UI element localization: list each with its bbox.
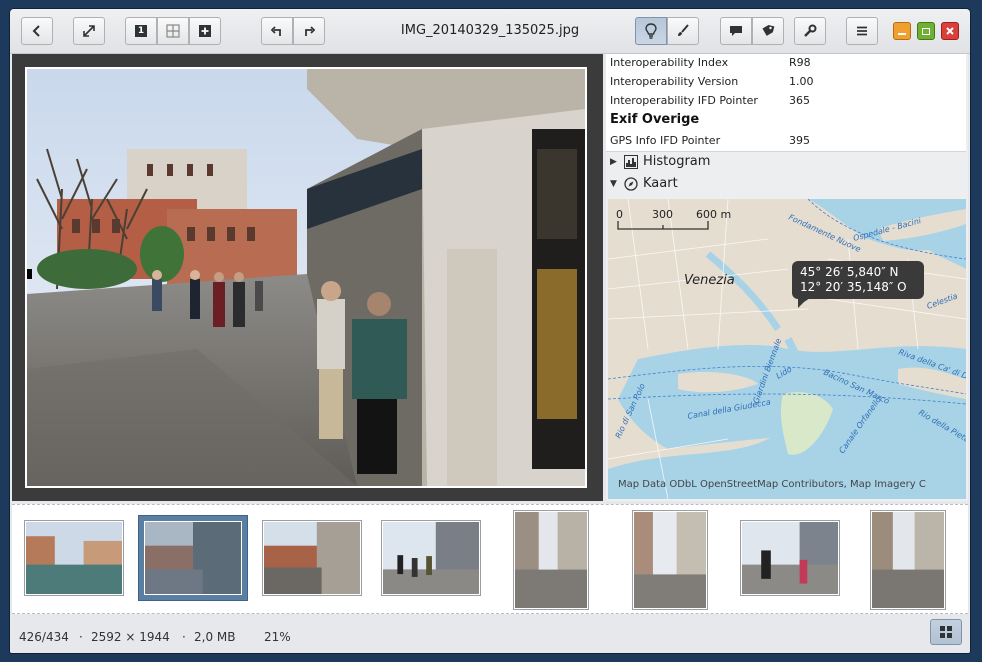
separator: · [182, 630, 186, 644]
view-add-button[interactable] [189, 17, 221, 45]
app-window: 1 IMG_20140329_135025.jpg Interoperabili… [10, 9, 970, 653]
status-bar: 426/434 · 2592 × 1944 · 2,0 MB 21% [10, 617, 970, 653]
map-attribution: Map Data ODbL OpenStreetMap Contributors… [618, 479, 926, 490]
map-view[interactable]: Ospedale - Bacini Fondamente Nuove Riva … [608, 199, 966, 499]
view-single-icon: 1 [135, 25, 147, 37]
histogram-expander[interactable]: ▶ Histogram [606, 153, 968, 173]
view-single-button[interactable]: 1 [125, 17, 157, 45]
latitude-text: 45° 26′ 5,840″ N [800, 265, 899, 279]
back-button[interactable] [21, 17, 53, 45]
tools-button[interactable] [794, 17, 826, 45]
menu-button[interactable] [846, 17, 878, 45]
property-key: Interoperability Index [610, 56, 729, 69]
separator: · [79, 630, 83, 644]
rotate-right-button[interactable] [293, 17, 325, 45]
expand-right-icon: ▶ [610, 157, 617, 167]
toolbar: 1 IMG_20140329_135025.jpg [10, 9, 970, 54]
file-size: 2,0 MB [194, 630, 236, 644]
maximize-button[interactable] [917, 22, 935, 40]
tag-button[interactable] [752, 17, 784, 45]
rotate-left-button[interactable] [261, 17, 293, 45]
main-photo [25, 67, 587, 488]
thumbnail[interactable] [262, 520, 362, 596]
tag-icon [762, 24, 775, 36]
plus-icon [199, 25, 211, 37]
property-value: 1.00 [789, 75, 814, 88]
longitude-text: 12° 20′ 35,148″ O [800, 280, 907, 294]
expand-icon [83, 25, 95, 37]
thumbnail[interactable] [513, 510, 589, 610]
rotate-right-icon [305, 26, 316, 36]
image-dimensions: 2592 × 1944 [91, 630, 170, 644]
map-city-label: Venezia [684, 273, 735, 288]
property-key: Interoperability IFD Pointer [610, 94, 758, 107]
map-expander[interactable]: ▼ Kaart [606, 175, 968, 195]
brush-icon [678, 24, 689, 36]
thumbnail[interactable] [632, 510, 708, 610]
wrench-icon [804, 24, 817, 37]
close-button[interactable] [941, 22, 959, 40]
view-grid-button[interactable] [157, 17, 189, 45]
histogram-label: Histogram [643, 154, 711, 169]
comment-icon [730, 26, 742, 36]
rotate-left-icon [270, 26, 281, 36]
map-scale-label-0: 0 [616, 208, 623, 221]
property-value: 365 [789, 94, 810, 107]
histogram-icon [624, 155, 638, 169]
property-key: GPS Info IFD Pointer [610, 134, 721, 147]
property-key: Interoperability Version [610, 75, 739, 88]
image-position: 426/434 [19, 630, 69, 644]
maximize-icon [922, 27, 930, 35]
edit-button[interactable] [667, 17, 699, 45]
info-button[interactable] [635, 17, 667, 45]
map-scale-label-300: 300 [652, 208, 673, 221]
compass-icon [624, 177, 638, 191]
thumbnail[interactable] [870, 510, 946, 610]
lightbulb-icon [645, 23, 657, 39]
thumbnail[interactable] [381, 520, 481, 596]
map-scale-label-600: 600 m [696, 208, 732, 221]
chevron-left-icon [32, 25, 40, 37]
hamburger-icon [857, 26, 867, 36]
close-icon [946, 27, 954, 35]
properties-table[interactable]: Interoperability Index R98 Interoperabil… [606, 54, 966, 152]
image-viewer[interactable] [12, 54, 603, 501]
section-heading: Exif Overige [610, 112, 700, 127]
window-title: IMG_20140329_135025.jpg [400, 23, 580, 38]
minimize-button[interactable] [893, 22, 911, 40]
thumbnail[interactable] [740, 520, 840, 596]
minimize-icon [898, 33, 906, 35]
zoom-level: 21% [264, 630, 291, 644]
filmstrip[interactable] [12, 504, 968, 614]
thumbnail-selected[interactable] [138, 515, 248, 601]
property-value: R98 [789, 56, 811, 69]
fullscreen-button[interactable] [73, 17, 105, 45]
expand-down-icon: ▼ [610, 179, 617, 189]
info-panel: Interoperability Index R98 Interoperabil… [606, 54, 968, 501]
property-value: 395 [789, 134, 810, 147]
map-label: Kaart [643, 176, 678, 191]
view-grid-icon [166, 24, 180, 38]
grid-view-button[interactable] [930, 619, 962, 645]
grid-view-icon [940, 626, 952, 638]
thumbnail[interactable] [24, 520, 124, 596]
coordinates-tooltip: 45° 26′ 5,840″ N 12° 20′ 35,148″ O [792, 261, 924, 308]
comment-button[interactable] [720, 17, 752, 45]
